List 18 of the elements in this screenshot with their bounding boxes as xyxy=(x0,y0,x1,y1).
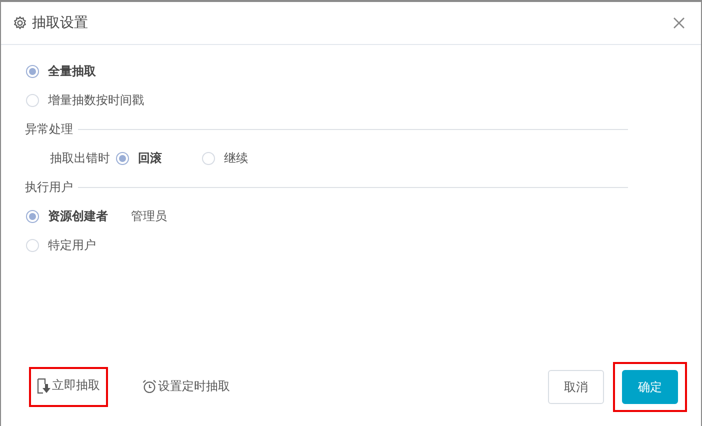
radio-option[interactable]: 增量抽数按时间戳 xyxy=(26,92,144,109)
settings-icon xyxy=(13,16,27,30)
radio-option[interactable]: 回滚 xyxy=(116,150,196,167)
section-heading: 执行用户 xyxy=(25,179,73,196)
download-icon xyxy=(37,378,51,394)
radio-option[interactable]: 全量抽取 xyxy=(26,63,96,80)
radio-option[interactable]: 资源创建者 xyxy=(26,208,108,225)
radio-option[interactable]: 特定用户 xyxy=(26,237,96,254)
radio-option[interactable]: 继续 xyxy=(202,150,282,167)
close-icon[interactable] xyxy=(673,17,685,29)
alarm-clock-icon xyxy=(142,378,157,394)
action-link[interactable]: 设置定时抽取 xyxy=(142,378,230,394)
field-label: 抽取出错时 xyxy=(50,150,110,167)
dialog-title: 抽取设置 xyxy=(32,14,89,32)
user-value: 管理员 xyxy=(131,208,167,225)
section-heading: 异常处理 xyxy=(25,121,73,138)
action-link[interactable]: 立即抽取 xyxy=(37,377,100,394)
cancel-button[interactable]: 取消 xyxy=(548,370,604,404)
